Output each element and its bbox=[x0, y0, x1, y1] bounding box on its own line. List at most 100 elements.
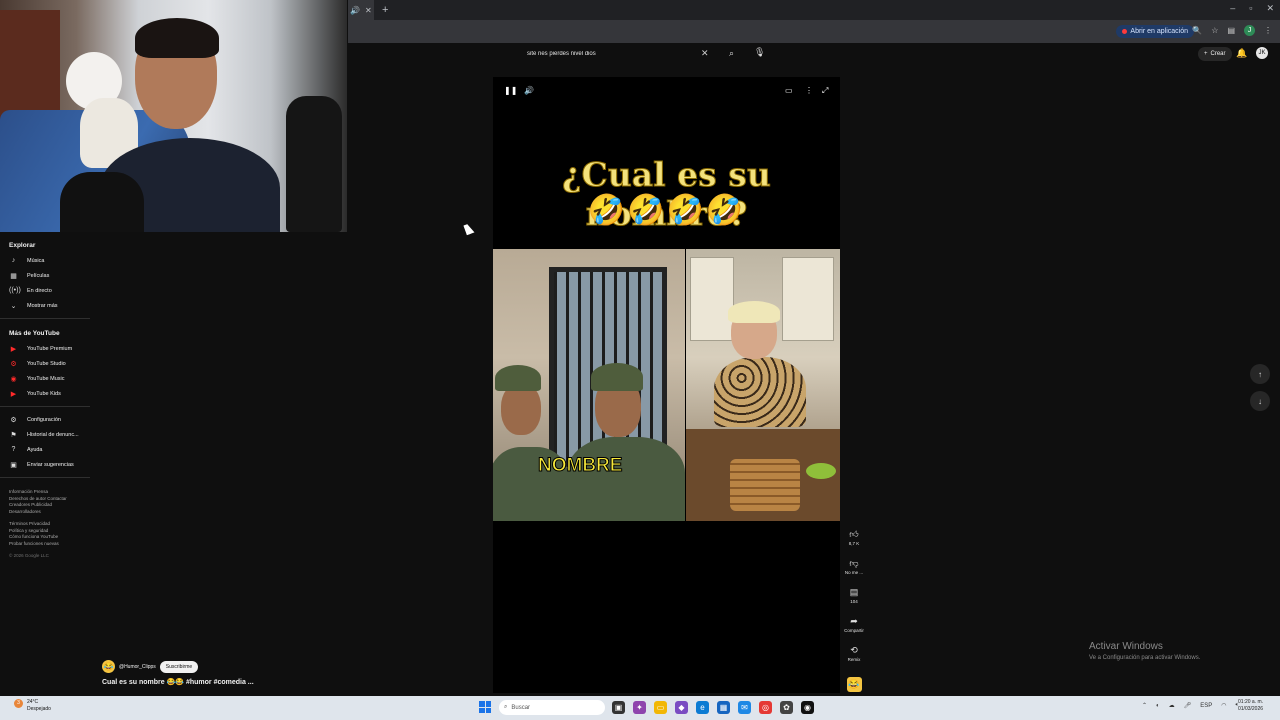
like-button[interactable]: 👍︎ 8,7 K bbox=[841, 528, 867, 557]
search-input[interactable] bbox=[521, 50, 701, 57]
taskbar-search-placeholder: Buscar bbox=[511, 704, 531, 711]
wifi-icon[interactable]: ◠ bbox=[1221, 702, 1226, 709]
feedback-icon: ▣ bbox=[10, 461, 17, 469]
store-icon[interactable]: ▦ bbox=[717, 701, 730, 714]
windows-logo-icon bbox=[479, 701, 485, 707]
sidebar-item-feedback[interactable]: ▣ Enviar sugerencias bbox=[0, 457, 90, 472]
copilot-icon[interactable]: ✦ bbox=[633, 701, 646, 714]
toolbar-icons: 🔍 ☆ ▤ J ⋮ bbox=[1192, 25, 1272, 36]
onedrive-icon[interactable]: ☁ bbox=[1169, 702, 1175, 709]
open-in-app-button[interactable]: Abrir en aplicación bbox=[1116, 25, 1194, 38]
video-soldier-right-body bbox=[567, 437, 685, 521]
sound-thumbnail[interactable]: 😂 bbox=[846, 677, 862, 692]
sidebar-item-label: YouTube Studio bbox=[27, 360, 66, 367]
captions-icon[interactable]: ▭ bbox=[785, 86, 793, 95]
share-button[interactable]: ➦ Compartir bbox=[841, 615, 867, 644]
sidebar-item-kids[interactable]: ▶ YouTube Kids bbox=[0, 386, 90, 401]
media-app-icon[interactable]: ✿ bbox=[780, 701, 793, 714]
system-tray: ⌃ ◐ ☁ 🎤︎ ESP ◠ 🔈︎ bbox=[1142, 702, 1239, 709]
start-button[interactable] bbox=[479, 701, 491, 713]
youtube-search-box[interactable]: ✕ bbox=[521, 46, 725, 61]
maximize-button[interactable]: ▫ bbox=[1249, 3, 1252, 14]
microphone-icon[interactable]: 🎙 bbox=[754, 47, 765, 58]
chevron-up-icon[interactable]: ⌃ bbox=[1142, 702, 1147, 709]
task-view-icon[interactable]: ▣ bbox=[612, 701, 625, 714]
explore-heading: Explorar bbox=[9, 242, 36, 249]
close-window-button[interactable]: ✕ bbox=[1266, 3, 1274, 14]
sidebar-item-help[interactable]: ? Ayuda bbox=[0, 442, 90, 457]
menu-icon[interactable]: ⋮ bbox=[1264, 26, 1272, 35]
chrome-icon[interactable]: ◎ bbox=[759, 701, 772, 714]
network-app-icon[interactable]: ◐ bbox=[1156, 703, 1160, 709]
pause-icon[interactable]: ❚❚ bbox=[504, 86, 517, 95]
remix-label: Remix bbox=[847, 657, 861, 662]
more-options-icon[interactable]: ⋮ bbox=[805, 86, 813, 95]
copyright: © 2026 Google LLC bbox=[9, 553, 49, 558]
sidebar-item-label: Historial de denunc... bbox=[27, 431, 79, 438]
channel-handle[interactable]: @Humor_Clipps bbox=[119, 664, 156, 670]
more-youtube-heading: Más de YouTube bbox=[9, 330, 60, 337]
film-icon: ▦ bbox=[10, 272, 17, 280]
dislike-button[interactable]: 👎︎ No me ... bbox=[841, 557, 867, 586]
system-clock[interactable]: 01:20 a. m. 01/03/2026 bbox=[1238, 699, 1263, 713]
channel-avatar[interactable]: 😂 bbox=[102, 660, 115, 673]
search-icon[interactable]: ⌕ bbox=[729, 48, 734, 59]
webcam-microphone bbox=[60, 172, 144, 232]
divider bbox=[0, 318, 90, 319]
edge-icon[interactable]: e bbox=[696, 701, 709, 714]
close-icon[interactable]: ✕ bbox=[365, 6, 372, 15]
video-emoji-overlay: 🤣🤣🤣🤣 bbox=[587, 194, 746, 227]
file-explorer-icon[interactable]: ▭ bbox=[654, 701, 667, 714]
video-bread bbox=[730, 459, 800, 511]
youtube-kids-icon: ▶ bbox=[10, 390, 17, 398]
sidebar-item-report-history[interactable]: ⚑ Historial de denunc... bbox=[0, 427, 90, 442]
weather-widget[interactable]: 3 24°C Despejado bbox=[14, 699, 51, 713]
photos-icon[interactable]: ◆ bbox=[675, 701, 688, 714]
taskbar-search[interactable]: ⌕ Buscar bbox=[499, 700, 605, 715]
webcam-person-hair bbox=[135, 18, 219, 58]
notifications-bell-icon[interactable]: 🔔 bbox=[1236, 48, 1247, 59]
sidebar-item-music-app[interactable]: ◉ YouTube Music bbox=[0, 371, 90, 386]
divider bbox=[0, 477, 90, 478]
youtube-premium-icon: ▶ bbox=[10, 345, 17, 353]
star-icon[interactable]: ☆ bbox=[1211, 26, 1218, 35]
language-indicator[interactable]: ESP bbox=[1200, 703, 1212, 709]
volume-icon[interactable]: 🔊 bbox=[524, 86, 534, 95]
sidebar-item-show-more[interactable]: ⌄ Mostrar más bbox=[0, 298, 90, 313]
subscribe-button[interactable]: Suscribirme bbox=[159, 660, 199, 673]
divider bbox=[0, 406, 90, 407]
new-tab-button[interactable]: + bbox=[382, 4, 388, 16]
sidebar-item-studio[interactable]: ⚙ YouTube Studio bbox=[0, 356, 90, 371]
minimize-button[interactable]: – bbox=[1230, 3, 1235, 14]
comments-button[interactable]: ▤ 104 bbox=[841, 586, 867, 615]
create-button[interactable]: + Crear bbox=[1198, 47, 1232, 61]
shorts-video-player[interactable]: ❚❚ 🔊 ▭ ⋮ ⤢ ¿Cual es su nombre? 🤣🤣🤣🤣 NOMB… bbox=[493, 77, 840, 693]
video-caption[interactable]: Cual es su nombre 😂😂 #humor #comedia ... bbox=[102, 678, 254, 686]
extensions-icon[interactable]: ▤ bbox=[1227, 26, 1235, 35]
previous-short-button[interactable]: ↑ bbox=[1250, 364, 1270, 384]
speaker-icon[interactable]: 🔊 bbox=[350, 6, 360, 15]
fullscreen-icon[interactable]: ⤢ bbox=[822, 86, 828, 96]
sidebar: Explorar ♪ Música ▦ Películas ((•)) En d… bbox=[0, 236, 90, 560]
windows-taskbar: 3 24°C Despejado ⌕ Buscar ▣ ✦ ▭ ◆ e ▦ ✉ … bbox=[0, 696, 1280, 720]
mic-icon[interactable]: 🎤︎ bbox=[1184, 702, 1192, 709]
sidebar-item-live[interactable]: ((•)) En directo bbox=[0, 283, 90, 298]
next-short-button[interactable]: ↓ bbox=[1250, 391, 1270, 411]
browser-tab[interactable]: 🔊 ✕ bbox=[348, 0, 374, 20]
youtube-avatar[interactable]: JK bbox=[1256, 47, 1268, 59]
thumbs-up-icon: 👍︎ bbox=[849, 529, 859, 539]
music-icon: ♪ bbox=[11, 257, 16, 264]
sidebar-item-premium[interactable]: ▶ YouTube Premium bbox=[0, 341, 90, 356]
create-label: Crear bbox=[1210, 51, 1226, 57]
profile-avatar[interactable]: J bbox=[1244, 25, 1255, 36]
sidebar-item-music[interactable]: ♪ Música bbox=[0, 253, 90, 268]
zoom-icon[interactable]: 🔍 bbox=[1192, 26, 1202, 35]
plus-icon: + bbox=[1204, 51, 1208, 57]
mail-icon[interactable]: ✉ bbox=[738, 701, 751, 714]
footer-links[interactable]: Probar funciones nuevas bbox=[9, 541, 81, 548]
sidebar-item-movies[interactable]: ▦ Películas bbox=[0, 268, 90, 283]
clear-search-icon[interactable]: ✕ bbox=[701, 48, 709, 59]
obs-icon[interactable]: ◉ bbox=[801, 701, 814, 714]
sidebar-item-settings[interactable]: ⚙ Configuración bbox=[0, 412, 90, 427]
remix-button[interactable]: ⟲ Remix bbox=[841, 644, 867, 673]
